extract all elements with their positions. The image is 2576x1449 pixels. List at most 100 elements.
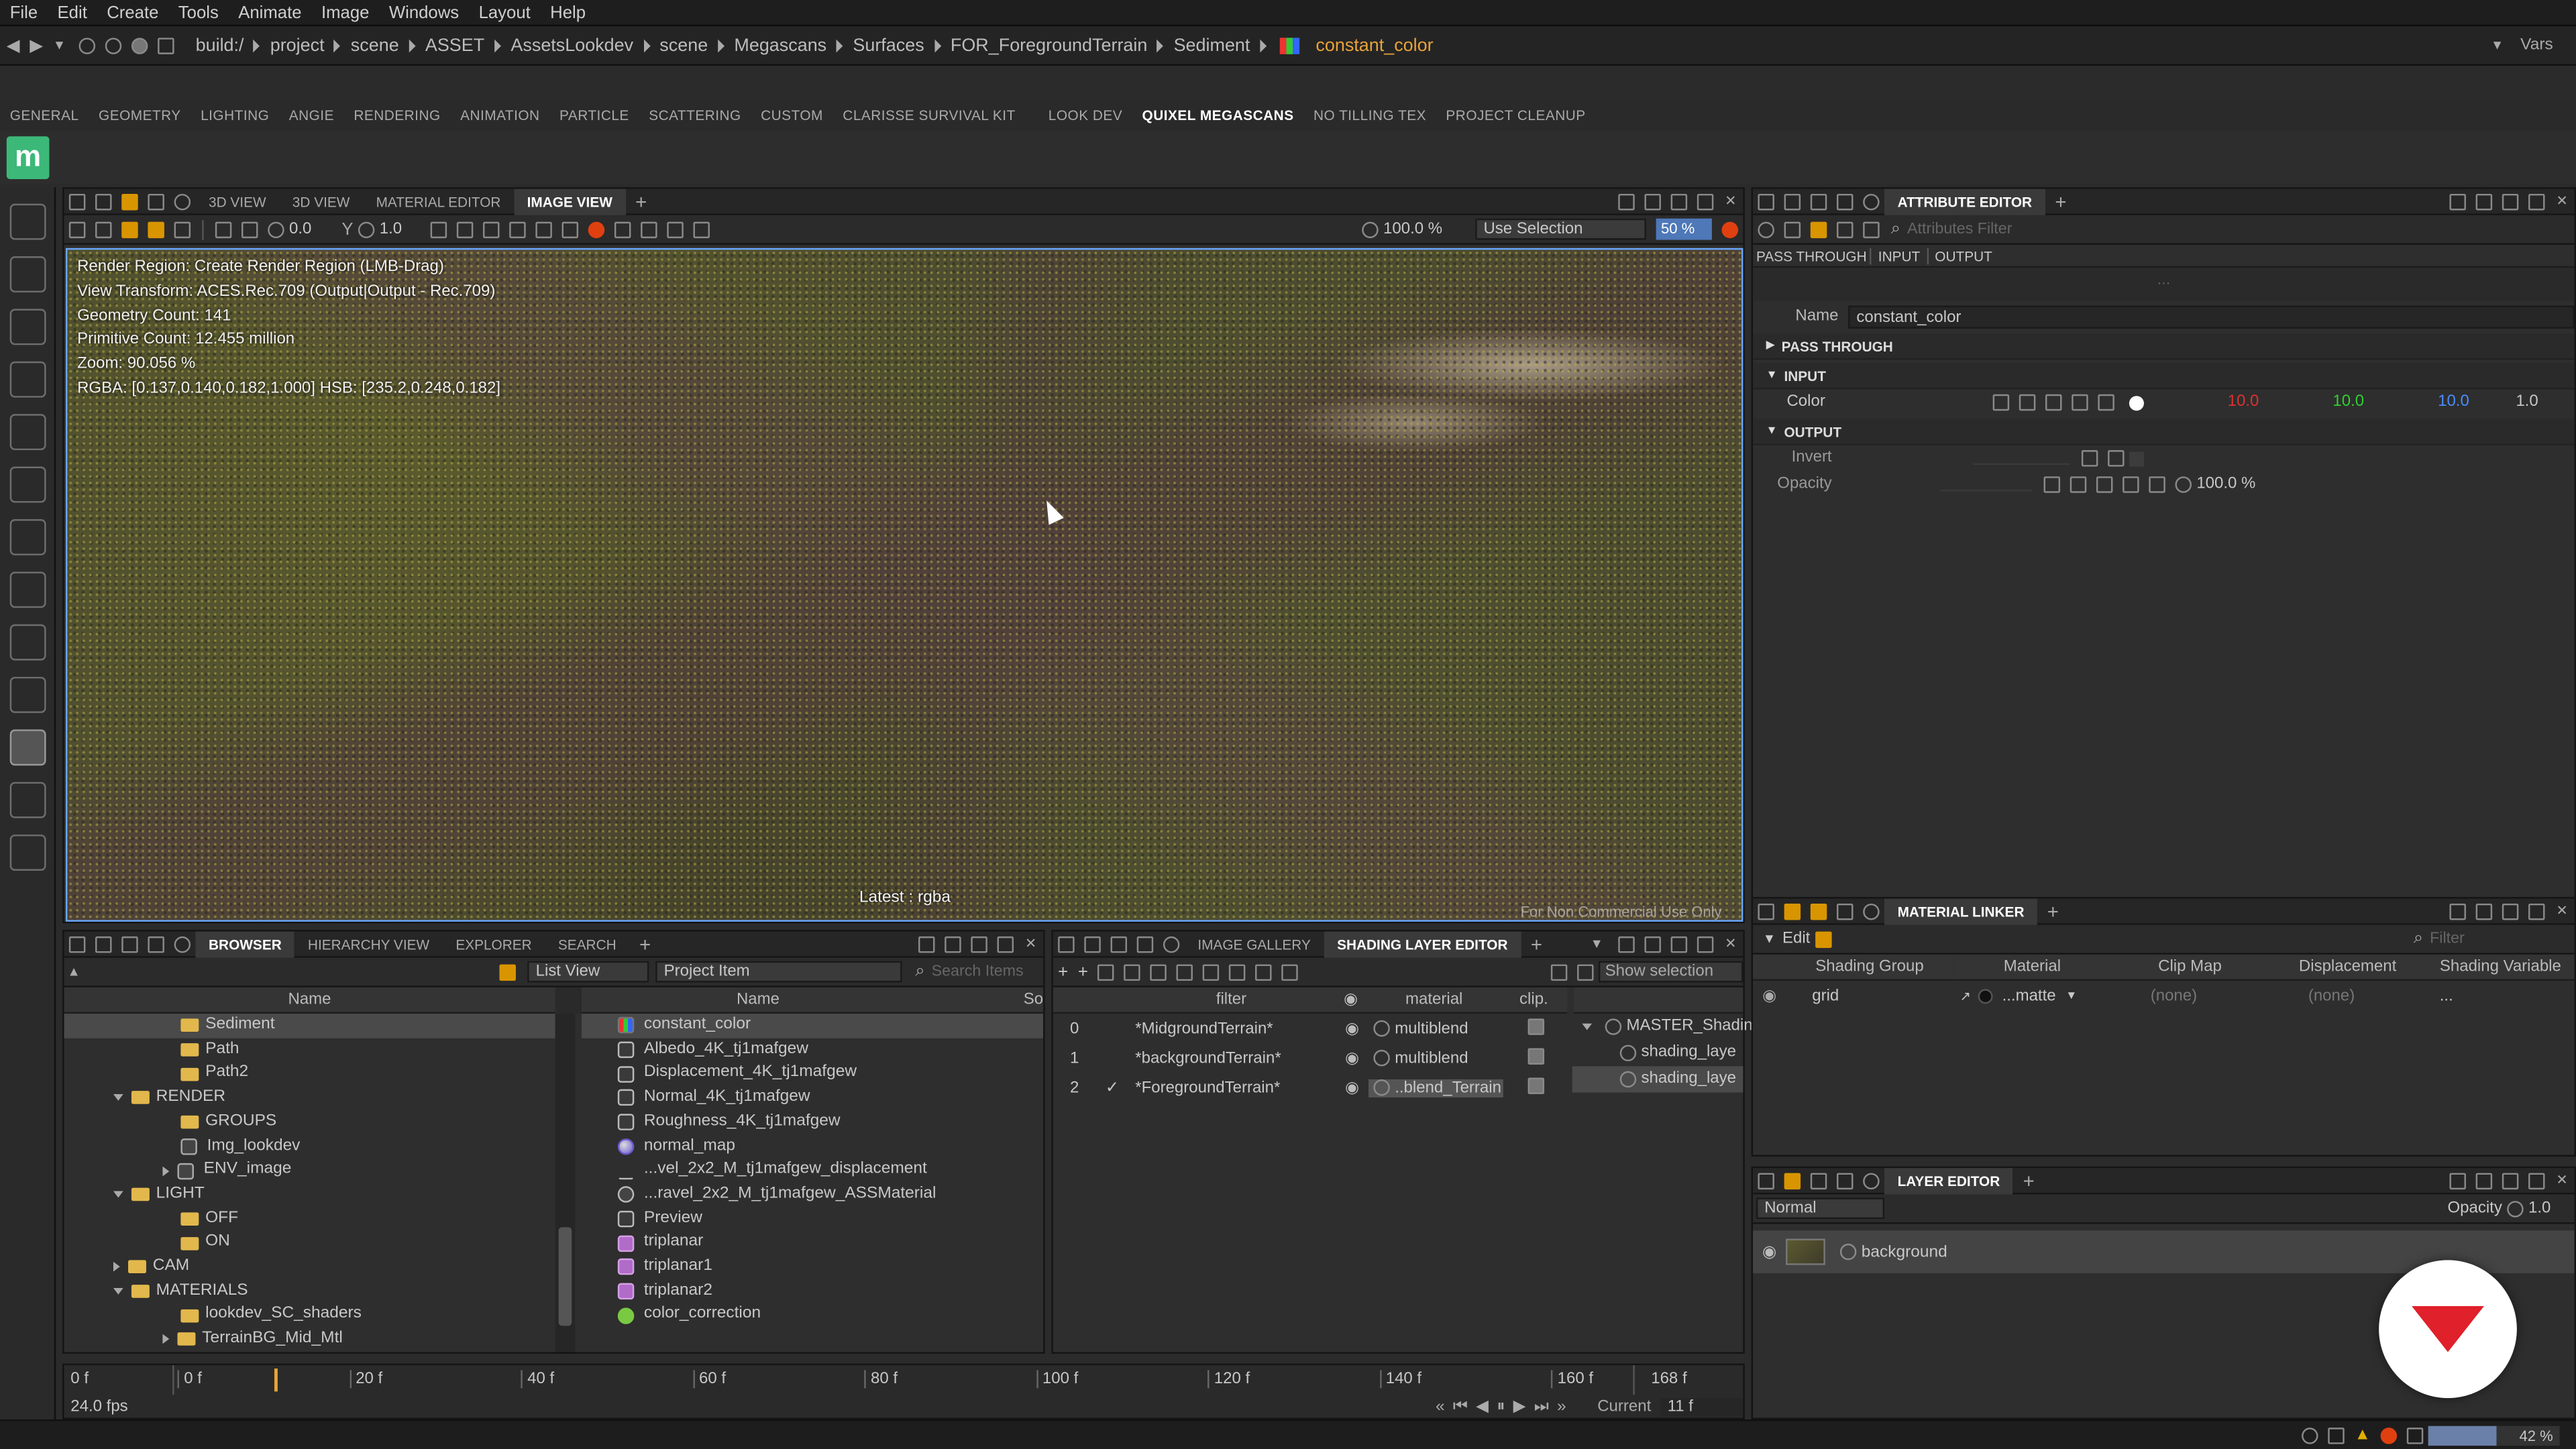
attributes-filter-input[interactable]: Attributes Filter [1907,220,2012,238]
list-item[interactable]: Displacement_4K_tj1mafgew [582,1062,1043,1086]
refresh-render-icon[interactable] [174,193,191,210]
error-icon[interactable] [2380,1426,2398,1444]
stamp-icon[interactable] [9,519,46,555]
lock-icon[interactable] [1758,1172,1774,1189]
move-up-icon[interactable] [1203,963,1220,980]
material-cell[interactable]: ..blend_Terrain [1368,1078,1503,1097]
table-row[interactable]: 2 ✓ *ForegroundTerrain* ◉ ..blend_Terrain [1053,1073,1569,1102]
menu-animate[interactable]: Animate [229,0,312,25]
name-field[interactable]: constant_color [1848,305,2575,329]
refresh-icon[interactable] [1863,1172,1880,1189]
col-material[interactable]: Material [1953,954,2111,981]
crumb-arrow-icon[interactable] [494,38,501,52]
layout-cols-icon[interactable] [2502,193,2519,210]
pause-icon[interactable] [1836,193,1854,210]
shelf-tab-quixel-megascans[interactable]: QUIXEL MEGASCANS [1132,102,1303,128]
delete-icon[interactable] [1177,963,1193,980]
menu-image[interactable]: Image [311,0,379,25]
panel-menu-icon[interactable] [1697,193,1714,210]
lock-view-icon[interactable] [561,221,579,237]
menu-tools[interactable]: Tools [168,0,228,25]
stop-icon[interactable] [131,37,148,54]
layout-rows-icon[interactable] [1644,193,1661,210]
col-so[interactable]: So [934,987,1044,1014]
section-input[interactable]: ▼ INPUT [1753,363,2575,390]
play-icon[interactable] [1110,935,1128,953]
filter-input[interactable]: Filter [2430,930,2575,948]
list-view-dropdown[interactable]: List View [527,961,649,983]
focus-icon[interactable] [9,729,46,766]
list-item[interactable]: Preview [582,1207,1043,1231]
forward-arrow-icon[interactable]: ▶ [30,36,43,55]
col-clip[interactable]: clip. [1501,987,1567,1014]
sigma-icon[interactable] [1810,221,1827,237]
material-cell[interactable]: multiblend [1368,1049,1503,1067]
close-panel-icon[interactable]: ✕ [2550,902,2575,920]
layout-rows-icon[interactable] [2475,902,2492,920]
crumb-arrow-icon[interactable] [836,38,843,52]
close-panel-icon[interactable]: ✕ [1718,934,1743,953]
tree-scrollbar[interactable] [555,1014,576,1352]
history-icon[interactable] [483,221,500,237]
clip-cell[interactable] [1503,1018,1569,1039]
exposure-icon[interactable] [268,221,284,237]
crumb-asset[interactable]: ASSET [419,36,491,55]
up-arrow-icon[interactable]: ▲ [67,965,80,979]
menu-create[interactable]: Create [97,0,169,25]
list-item[interactable]: Albedo_4K_tj1mafgew [582,1038,1043,1062]
history-dropdown-icon[interactable]: ▼ [53,38,66,52]
search-items-input[interactable]: Search Items [932,963,1044,981]
blend-mode-dropdown[interactable]: Normal [1756,1197,1885,1220]
crumb-megascans[interactable]: Megascans [728,36,833,55]
warning-icon[interactable]: ▲ [2355,1426,2371,1444]
sigma-icon[interactable] [2108,450,2125,467]
play-render-icon[interactable] [121,193,138,210]
crumb-build[interactable]: build:/ [189,36,250,55]
refresh-icon[interactable] [1863,193,1880,210]
timeline-ruler[interactable]: 0 f 0 f 20 f 40 f 60 f 80 f 100 f 120 f 140 f 16… [64,1365,1743,1395]
gamma-value[interactable]: 1.0 [380,220,426,238]
subtab-input[interactable]: INPUT [1870,247,1927,264]
col-name-tree[interactable]: Name [64,987,555,1014]
expanded-arrow-icon[interactable] [113,1288,123,1295]
tree-node-master[interactable]: MASTER_Shadin [1572,1014,1753,1040]
move-down-icon[interactable] [1229,963,1246,980]
invert-checkbox[interactable] [2129,451,2144,466]
clip-cell[interactable] [1503,1047,1569,1069]
shelf-tab-animation[interactable]: ANIMATION [450,102,549,128]
group-icon[interactable] [1097,963,1115,980]
project-item-dropdown[interactable]: Project Item [655,961,902,983]
expression-icon[interactable] [1836,221,1854,237]
tab-attribute-editor[interactable]: ATTRIBUTE EDITOR [1884,188,2045,215]
shading-variable-cell[interactable]: ... [2426,987,2574,1005]
menu-layout[interactable]: Layout [469,0,541,25]
tree-node[interactable]: OFF [64,1207,555,1231]
menu-file[interactable]: File [0,0,48,25]
wipe-icon[interactable] [535,221,552,237]
play-icon[interactable] [1810,902,1827,920]
subtab-output[interactable]: OUTPUT [1927,247,1999,264]
list-icon[interactable] [1863,221,1880,237]
layout-grid-icon[interactable] [2449,1172,2466,1189]
list-item[interactable]: ...ravel_2x2_M_tj1mafgew_ASSMaterial [582,1183,1043,1207]
tab-material-linker[interactable]: MATERIAL LINKER [1884,898,2038,924]
scale-icon[interactable] [9,414,46,451]
layout-grid-icon[interactable] [1617,193,1635,210]
color-b-field[interactable]: 10.0 [2364,389,2469,415]
clip-cell[interactable] [1503,1077,1569,1098]
tree-node-layer-selected[interactable]: shading_laye [1572,1066,1743,1093]
scatter-icon[interactable] [9,835,46,871]
list-item[interactable]: triplanar [582,1231,1043,1255]
compare-icon[interactable] [509,221,526,237]
lock-icon[interactable] [68,935,86,953]
layout-rows-icon[interactable] [2475,193,2492,210]
pause-icon[interactable] [1836,902,1854,920]
menu-help[interactable]: Help [540,0,595,25]
duplicate-icon[interactable] [1124,963,1141,980]
back-arrow-icon[interactable]: ◀ [7,36,20,55]
layout-rows-icon[interactable] [944,935,961,953]
crumb-for-foregroundterrain[interactable]: FOR_ForegroundTerrain [944,36,1154,55]
megascans-logo-button[interactable]: m [6,136,50,179]
refresh-icon[interactable] [174,935,191,953]
collapsed-arrow-icon[interactable] [162,1165,170,1176]
